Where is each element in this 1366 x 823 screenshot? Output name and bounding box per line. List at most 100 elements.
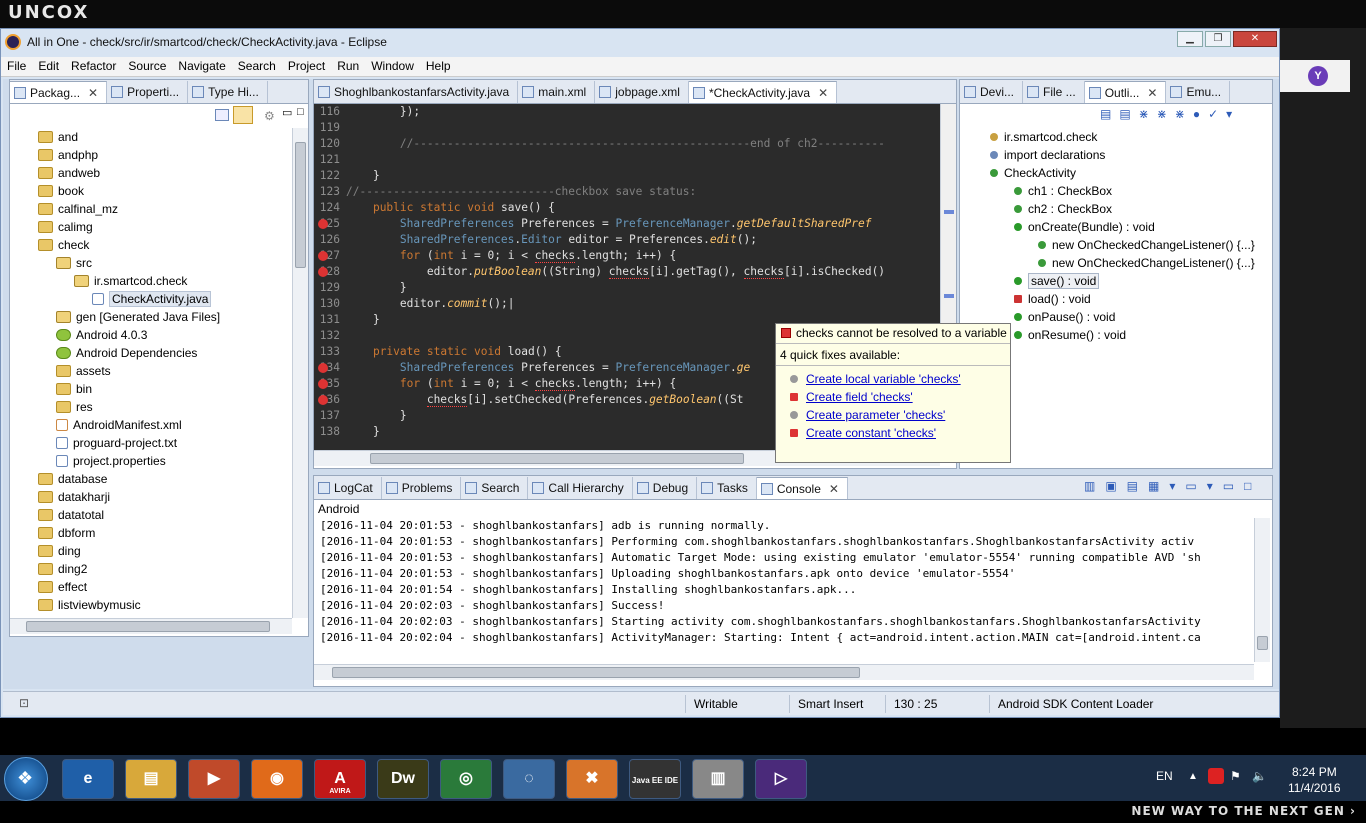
tree-item[interactable]: Android 4.0.3 bbox=[30, 326, 292, 344]
outline-item[interactable]: new OnCheckedChangeListener() {...} bbox=[990, 236, 1272, 254]
tree-vertical-scrollbar[interactable] bbox=[292, 128, 308, 618]
internet-explorer-icon[interactable]: e bbox=[62, 759, 114, 799]
quickfix-link[interactable]: Create local variable 'checks' bbox=[806, 372, 961, 386]
outline-item[interactable]: new OnCheckedChangeListener() {...} bbox=[990, 254, 1272, 272]
menu-refactor[interactable]: Refactor bbox=[65, 57, 122, 75]
outline-view-tab[interactable]: Devi... bbox=[960, 81, 1024, 103]
outline-view-tab[interactable]: Outli... ✕ bbox=[1084, 81, 1167, 103]
quickfix-item[interactable]: Create constant 'checks' bbox=[776, 424, 1010, 442]
error-marker-icon[interactable] bbox=[318, 395, 328, 405]
outline-view-tab[interactable]: File ... bbox=[1023, 81, 1085, 103]
quickfix-link[interactable]: Create parameter 'checks' bbox=[806, 408, 945, 422]
tree-item[interactable]: CheckActivity.java bbox=[30, 290, 292, 308]
quickfix-item[interactable]: Create parameter 'checks' bbox=[776, 406, 1010, 424]
shield-app-icon[interactable]: ◌ bbox=[503, 759, 555, 799]
menu-search[interactable]: Search bbox=[232, 57, 282, 75]
menu-source[interactable]: Source bbox=[122, 57, 172, 75]
outline-view-tab[interactable]: Emu... bbox=[1166, 81, 1231, 103]
package-explorer-tab[interactable]: Properti... bbox=[107, 81, 189, 103]
outline-item[interactable]: load() : void bbox=[990, 290, 1272, 308]
volume-icon[interactable]: 🔈 bbox=[1252, 769, 1267, 783]
dreamweaver-icon[interactable]: Dw bbox=[377, 759, 429, 799]
tree-item[interactable]: calfinal_mz bbox=[30, 200, 292, 218]
quickfix-item[interactable]: Create field 'checks' bbox=[776, 388, 1010, 406]
avatar[interactable]: Y bbox=[1308, 66, 1328, 86]
menu-window[interactable]: Window bbox=[365, 57, 420, 75]
editor-tab[interactable]: *CheckActivity.java ✕ bbox=[688, 81, 838, 103]
overview-error-marker[interactable] bbox=[944, 294, 954, 298]
tree-item[interactable]: book bbox=[30, 182, 292, 200]
tree-item[interactable]: AndroidManifest.xml bbox=[30, 416, 292, 434]
quickfix-item[interactable]: Create local variable 'checks' bbox=[776, 370, 1010, 388]
tree-item[interactable]: datakharji bbox=[30, 488, 292, 506]
tree-item[interactable]: res bbox=[30, 398, 292, 416]
tab-close-icon[interactable]: ✕ bbox=[88, 86, 98, 100]
avira-icon[interactable]: A AVIRA bbox=[314, 759, 366, 799]
xampp-icon[interactable]: ✖ bbox=[566, 759, 618, 799]
tray-expand-icon[interactable]: ▲ bbox=[1188, 771, 1198, 782]
restore-button[interactable]: ❐ bbox=[1205, 31, 1231, 47]
quickfix-link[interactable]: Create field 'checks' bbox=[806, 390, 913, 404]
tree-item[interactable]: project.properties bbox=[30, 452, 292, 470]
error-marker-icon[interactable] bbox=[318, 251, 328, 261]
tree-item[interactable]: listviewbymusic bbox=[30, 596, 292, 614]
tree-item[interactable]: Android Dependencies bbox=[30, 344, 292, 362]
collapse-all-icon[interactable] bbox=[215, 109, 229, 121]
tree-item[interactable]: andphp bbox=[30, 146, 292, 164]
tree-item[interactable]: listviewbypicselect bbox=[30, 614, 292, 616]
outline-item[interactable]: save() : void bbox=[990, 272, 1272, 290]
outline-item[interactable]: import declarations bbox=[990, 146, 1272, 164]
tree-horizontal-scrollbar[interactable] bbox=[10, 618, 292, 634]
console-output[interactable]: [2016-11-04 20:01:53 - shoghlbankostanfa… bbox=[320, 518, 1254, 662]
console-scroll-thumb[interactable] bbox=[1257, 636, 1268, 650]
package-explorer-tab[interactable]: Packag... ✕ bbox=[10, 81, 108, 103]
file-explorer-icon[interactable]: ▤ bbox=[125, 759, 177, 799]
tree-item[interactable]: src bbox=[30, 254, 292, 272]
outline-item[interactable]: onPause() : void bbox=[990, 308, 1272, 326]
menu-file[interactable]: File bbox=[1, 57, 32, 75]
media-player-icon[interactable]: ▶ bbox=[188, 759, 240, 799]
tree-item[interactable]: andweb bbox=[30, 164, 292, 182]
editor-hscroll-thumb[interactable] bbox=[370, 453, 744, 464]
console-hscroll-thumb[interactable] bbox=[332, 667, 860, 678]
quickfix-link[interactable]: Create constant 'checks' bbox=[806, 426, 936, 440]
firefox-icon[interactable]: ◉ bbox=[251, 759, 303, 799]
outline-item[interactable]: onCreate(Bundle) : void bbox=[990, 218, 1272, 236]
outline-toolbar-icons[interactable]: ▤▤⋇⋇⋇●✓▾ bbox=[1100, 107, 1240, 121]
tree-item[interactable]: datatotal bbox=[30, 506, 292, 524]
tree-item[interactable]: effect bbox=[30, 578, 292, 596]
console-view-tab[interactable]: Console ✕ bbox=[756, 477, 848, 499]
menu-navigate[interactable]: Navigate bbox=[172, 57, 231, 75]
console-view-tab[interactable]: Tasks bbox=[697, 477, 757, 499]
tree-item[interactable]: dbform bbox=[30, 524, 292, 542]
editor-tab[interactable]: ShoghlbankostanfarsActivity.java bbox=[314, 81, 519, 103]
maximize-view-icon[interactable]: □ bbox=[297, 106, 304, 118]
tree-item[interactable]: check bbox=[30, 236, 292, 254]
outline-item[interactable]: ir.smartcod.check bbox=[990, 128, 1272, 146]
error-marker-icon[interactable] bbox=[318, 219, 328, 229]
menu-run[interactable]: Run bbox=[331, 57, 365, 75]
package-explorer-tab[interactable]: Type Hi... bbox=[188, 81, 268, 103]
menu-edit[interactable]: Edit bbox=[32, 57, 65, 75]
menu-project[interactable]: Project bbox=[282, 57, 331, 75]
outline-item[interactable]: onResume() : void bbox=[990, 326, 1272, 344]
close-button[interactable]: ✕ bbox=[1233, 31, 1277, 47]
console-view-tab[interactable]: Search bbox=[461, 477, 529, 499]
console-vertical-scrollbar[interactable] bbox=[1254, 518, 1270, 662]
start-button[interactable]: ❖ bbox=[4, 757, 48, 801]
chrome-icon[interactable]: ◎ bbox=[440, 759, 492, 799]
outline-item[interactable]: ch1 : CheckBox bbox=[990, 182, 1272, 200]
tab-close-icon[interactable]: ✕ bbox=[1147, 86, 1157, 100]
avira-tray-icon[interactable] bbox=[1208, 768, 1224, 784]
tree-item[interactable]: and bbox=[30, 128, 292, 146]
tree-item[interactable]: ding bbox=[30, 542, 292, 560]
document-icon[interactable]: ▥ bbox=[692, 759, 744, 799]
link-with-editor-icon[interactable] bbox=[233, 106, 253, 124]
minimize-button[interactable]: ▁ bbox=[1177, 31, 1203, 47]
outline-item[interactable]: ch2 : CheckBox bbox=[990, 200, 1272, 218]
outline-item[interactable]: CheckActivity bbox=[990, 164, 1272, 182]
console-view-tab[interactable]: Call Hierarchy bbox=[528, 477, 633, 499]
fast-view-icon[interactable]: ⊡ bbox=[19, 696, 29, 710]
tab-close-icon[interactable]: ✕ bbox=[829, 482, 839, 496]
console-horizontal-scrollbar[interactable] bbox=[314, 664, 1254, 680]
